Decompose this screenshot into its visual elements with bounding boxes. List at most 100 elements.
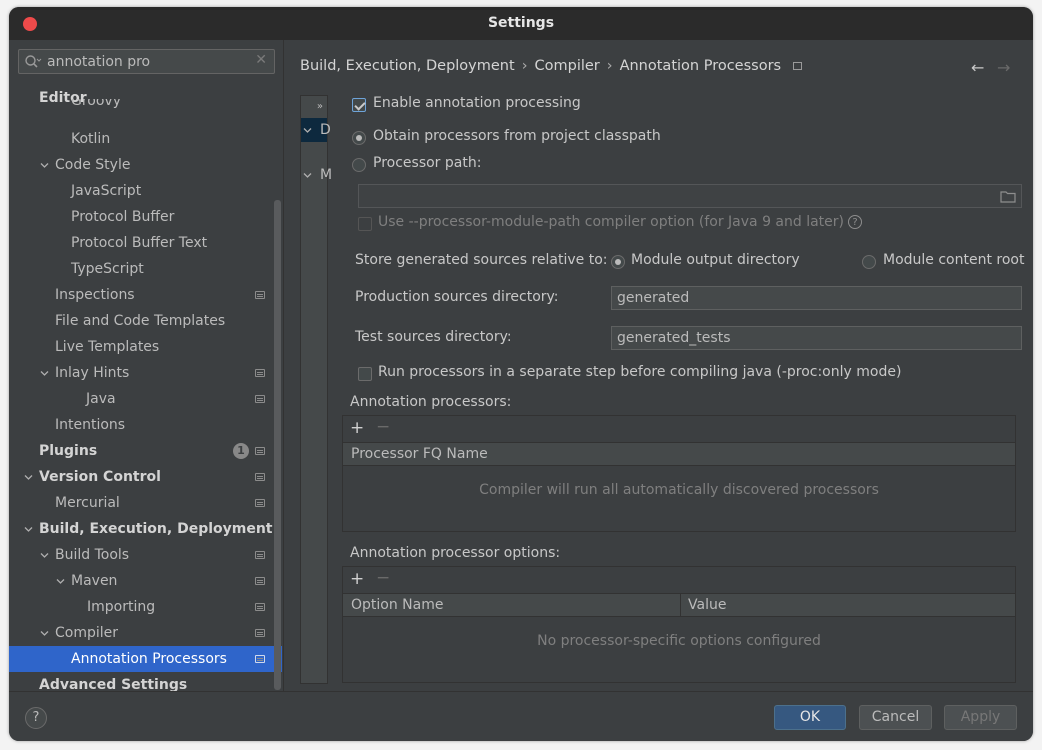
chevron-down-icon[interactable]	[303, 126, 312, 135]
tree-item-advanced-settings[interactable]: Advanced Settings	[9, 672, 282, 691]
forward-arrow-icon[interactable]: →	[997, 58, 1010, 77]
run-separate-step-checkbox[interactable]	[358, 367, 372, 381]
tree-item-typescript[interactable]: TypeScript	[9, 256, 282, 282]
tree-item-inspections[interactable]: Inspections	[9, 282, 282, 308]
project-settings-icon	[255, 447, 265, 455]
tree-item-label: Inlay Hints	[55, 365, 130, 381]
module-row-modules[interactable]: M	[301, 163, 332, 187]
processor-path-radio[interactable]	[352, 158, 366, 172]
chevron-down-icon[interactable]	[40, 551, 49, 560]
project-settings-icon	[793, 62, 803, 70]
options-table-header: Option Name Value	[343, 593, 1015, 617]
tree-item-inlay-hints[interactable]: Inlay Hints	[9, 360, 282, 386]
value-column[interactable]: Value	[680, 594, 726, 616]
add-processor-button[interactable]: +	[350, 418, 364, 438]
tree-item-label: Mercurial	[55, 495, 120, 511]
processor-options-title: Annotation processor options:	[350, 545, 561, 561]
search-input[interactable]	[47, 52, 247, 71]
tree-item-label: Protocol Buffer	[71, 209, 175, 225]
option-name-column[interactable]: Option Name	[343, 594, 443, 616]
tree-item-version-control[interactable]: Version Control	[9, 464, 282, 490]
clear-search-icon[interactable]: ✕	[255, 52, 267, 68]
processor-options-table: + − Option Name Value No processor-speci…	[342, 566, 1016, 683]
chevron-down-icon[interactable]	[56, 577, 65, 586]
settings-window: Settings ✕ Editor Groovy Kotlin	[9, 7, 1033, 741]
tree-item-code-style[interactable]: Code Style	[9, 152, 282, 178]
module-row-label: D	[320, 122, 331, 138]
tree-item-label: Plugins	[39, 443, 98, 459]
tree-item-compiler[interactable]: Compiler	[9, 620, 282, 646]
test-dir-input[interactable]	[611, 326, 1022, 350]
project-settings-icon	[255, 499, 265, 507]
folder-icon[interactable]	[1000, 190, 1016, 203]
obtain-from-classpath-label: Obtain processors from project classpath	[373, 128, 661, 144]
chevron-down-icon[interactable]	[24, 525, 33, 534]
ok-button[interactable]: OK	[774, 705, 846, 730]
chevron-down-icon[interactable]	[40, 161, 49, 170]
module-content-radio[interactable]	[862, 255, 876, 269]
tree-item-label: Inspections	[55, 287, 135, 303]
close-window-button[interactable]	[23, 17, 37, 31]
tree-item-label: Code Style	[55, 157, 131, 173]
annotation-processors-table: + − Processor FQ Name Compiler will run …	[342, 415, 1016, 532]
add-option-button[interactable]: +	[350, 569, 364, 589]
tree-item-label: Importing	[87, 599, 156, 615]
settings-search[interactable]: ✕	[18, 49, 275, 74]
obtain-from-classpath-radio[interactable]	[352, 131, 366, 145]
cancel-button[interactable]: Cancel	[859, 705, 932, 730]
sidebar-scrollbar[interactable]	[274, 200, 281, 690]
breadcrumb-build-execution-deployment[interactable]: Build, Execution, Deployment	[300, 58, 515, 74]
module-path-label: Use --processor-module-path compiler opt…	[378, 214, 863, 230]
tree-item-mercurial[interactable]: Mercurial	[9, 490, 282, 516]
tree-item-intentions[interactable]: Intentions	[9, 412, 282, 438]
tree-item-maven[interactable]: Maven	[9, 568, 282, 594]
settings-content: Build, Execution, Deployment › Compiler › An…	[285, 40, 1033, 691]
store-generated-label: Store generated sources relative to:	[355, 252, 608, 268]
tree-item-javascript[interactable]: JavaScript	[9, 178, 282, 204]
chevron-down-icon[interactable]	[40, 629, 49, 638]
tree-item-live-templates[interactable]: Live Templates	[9, 334, 282, 360]
tree-item-label: TypeScript	[71, 261, 144, 277]
settings-tree: Editor Groovy Kotlin Code Style JavaScri…	[9, 86, 282, 691]
tree-item-label: Version Control	[39, 469, 161, 485]
module-path-checkbox[interactable]	[358, 217, 372, 231]
update-count-badge: 1	[233, 443, 249, 459]
tree-item-label: Java	[86, 391, 116, 407]
tree-item-build-tools[interactable]: Build Tools	[9, 542, 282, 568]
remove-option-button[interactable]: −	[376, 568, 390, 588]
tree-item-file-and-code-templates[interactable]: File and Code Templates	[9, 308, 282, 334]
tree-item-protocol-buffer-text[interactable]: Protocol Buffer Text	[9, 230, 282, 256]
tree-item-build-execution-deployment[interactable]: Build, Execution, Deployment	[9, 516, 282, 542]
module-row-label: M	[320, 167, 333, 183]
processor-path-label: Processor path:	[373, 155, 482, 171]
tree-item-label: Build, Execution, Deployment	[39, 521, 273, 537]
tree-item-protocol-buffer[interactable]: Protocol Buffer	[9, 204, 282, 230]
help-icon[interactable]: ?	[848, 215, 863, 229]
module-row-default[interactable]: D	[301, 118, 331, 142]
module-output-label: Module output directory	[631, 252, 800, 268]
breadcrumb: Build, Execution, Deployment › Compiler › An…	[300, 58, 803, 74]
production-dir-input[interactable]	[611, 286, 1022, 310]
tree-item-java[interactable]: Java	[9, 386, 282, 412]
back-arrow-icon[interactable]: ←	[971, 58, 984, 77]
remove-processor-button[interactable]: −	[376, 417, 390, 437]
breadcrumb-compiler[interactable]: Compiler	[535, 58, 600, 74]
tree-item-annotation-processors[interactable]: Annotation Processors	[9, 646, 282, 672]
tree-item-label: Maven	[71, 573, 118, 589]
tree-item-importing[interactable]: Importing	[9, 594, 282, 620]
expand-panel-icon[interactable]: »	[301, 96, 327, 118]
chevron-down-icon[interactable]	[24, 473, 33, 482]
chevron-down-icon[interactable]	[303, 171, 312, 180]
processor-path-field[interactable]	[358, 184, 1022, 208]
chevron-down-icon[interactable]	[40, 369, 49, 378]
module-output-radio[interactable]	[611, 255, 625, 269]
processor-fq-name-column[interactable]: Processor FQ Name	[343, 443, 488, 465]
tree-item-plugins[interactable]: Plugins 1	[9, 438, 282, 464]
apply-button[interactable]: Apply	[944, 705, 1017, 730]
enable-annotation-processing-checkbox[interactable]	[352, 98, 366, 112]
tree-item-label: Intentions	[55, 417, 126, 433]
help-button[interactable]: ?	[25, 707, 47, 729]
annotation-processors-title: Annotation processors:	[350, 394, 512, 410]
tree-item-kotlin[interactable]: Kotlin	[9, 126, 282, 152]
tree-item-groovy[interactable]: Groovy	[9, 99, 282, 113]
